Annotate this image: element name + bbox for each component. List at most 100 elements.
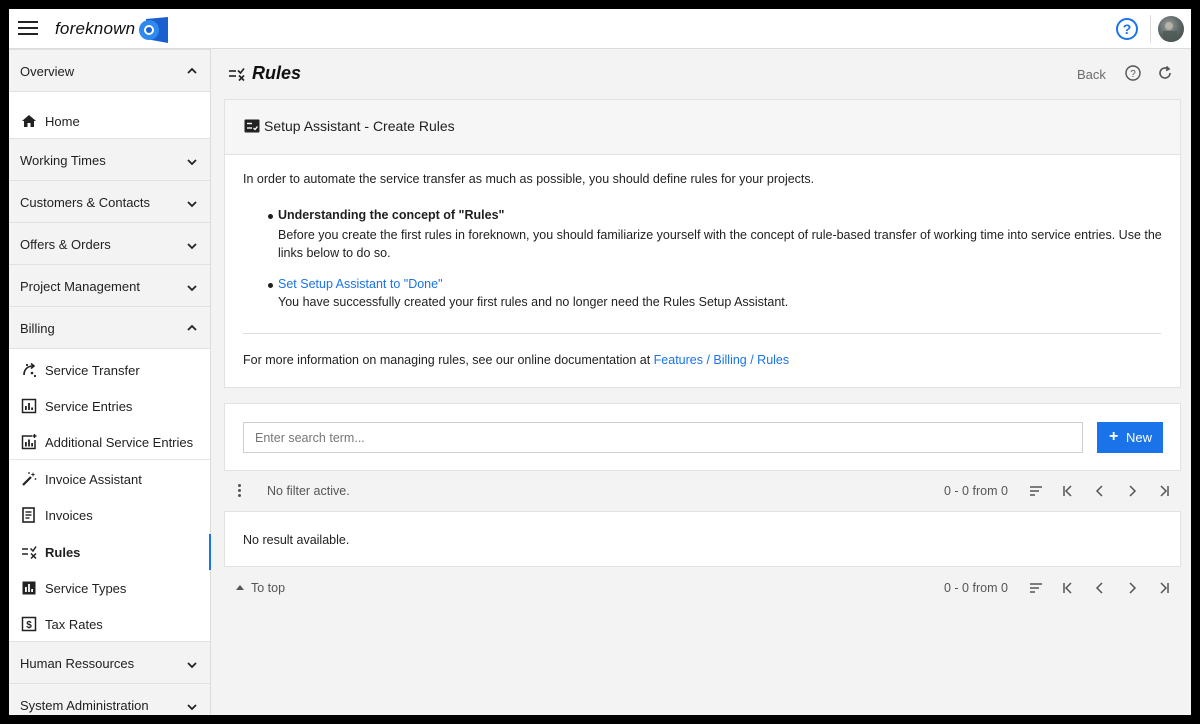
set-done-link[interactable]: Set Setup Assistant to "Done" [278, 277, 443, 291]
sidebar-section-label: Offers & Orders [20, 237, 111, 252]
sidebar-item-label: Additional Service Entries [45, 435, 194, 450]
sidebar-section-label: System Administration [20, 698, 149, 713]
previous-page-icon[interactable] [1092, 483, 1108, 499]
bullet-dot [268, 283, 273, 288]
brand-name[interactable]: foreknown [55, 19, 135, 39]
sidebar-section-system-administration[interactable]: System Administration [9, 683, 210, 715]
sidebar-item-service-types[interactable]: Service Types [9, 570, 210, 606]
sidebar-item-label: Home [45, 114, 80, 129]
more-info: For more information on managing rules, … [243, 353, 789, 367]
sidebar-section-project-management[interactable]: Project Management [9, 264, 210, 307]
to-top-label: To top [251, 581, 286, 595]
result-count: 0 - 0 from 0 [944, 581, 1008, 595]
transfer-icon [23, 362, 37, 378]
sidebar-item-service-transfer[interactable]: Service Transfer [9, 352, 210, 388]
more-vert-icon[interactable] [238, 483, 242, 499]
app-window: foreknown ? Overview Home Working Times [9, 9, 1191, 715]
last-page-icon[interactable] [1156, 483, 1172, 499]
topbar-divider [1150, 15, 1151, 43]
chevron-down-icon [187, 201, 197, 208]
sidebar-section-label: Overview [20, 64, 75, 79]
concept-text: Before you create the first rules in for… [278, 228, 1162, 260]
previous-page-icon[interactable] [1092, 580, 1108, 596]
sort-icon[interactable] [1028, 580, 1044, 596]
sidebar-item-service-entries[interactable]: Service Entries [9, 388, 210, 424]
intro-text: In order to automate the service transfe… [243, 172, 815, 186]
chevron-down-icon [187, 243, 197, 250]
help-icon[interactable]: ? [1115, 17, 1139, 41]
documentation-link[interactable]: Features / Billing / Rules [654, 353, 789, 367]
sidebar-item-additional-service-entries[interactable]: Additional Service Entries [9, 424, 210, 460]
sidebar-section-working-times[interactable]: Working Times [9, 138, 210, 181]
setup-assistant-card: Setup Assistant - Create Rules In order … [224, 99, 1181, 388]
sidebar-item-label: Rules [45, 545, 81, 560]
help-icon[interactable]: ? [1125, 65, 1141, 81]
sidebar-separator [9, 459, 210, 460]
new-button-label: New [1126, 430, 1153, 445]
sort-icon[interactable] [1028, 483, 1044, 499]
svg-text:$: $ [26, 620, 32, 631]
sidebar-item-tax-rates[interactable]: $ Tax Rates [9, 606, 210, 642]
sidebar-section-label: Working Times [20, 153, 106, 168]
refresh-icon[interactable] [1157, 65, 1173, 81]
svg-text:?: ? [1130, 69, 1136, 80]
sidebar-item-label: Service Entries [45, 399, 133, 414]
checklist-icon [244, 119, 260, 133]
user-avatar[interactable] [1158, 16, 1184, 42]
top-bar: foreknown ? [9, 9, 1191, 49]
sidebar-item-label: Invoice Assistant [45, 472, 142, 487]
results-card: No result available. [224, 511, 1181, 567]
concept-title: Understanding the concept of "Rules" [278, 208, 505, 222]
sidebar-item-label: Service Types [45, 581, 127, 596]
search-input[interactable] [243, 422, 1083, 453]
chevron-down-icon [187, 159, 197, 166]
sidebar-section-overview[interactable]: Overview [9, 49, 210, 92]
first-page-icon[interactable] [1060, 580, 1076, 596]
filter-pager-row: No filter active. 0 - 0 from 0 [224, 476, 1181, 506]
sidebar-section-customers[interactable]: Customers & Contacts [9, 180, 210, 223]
chevron-down-icon [187, 285, 197, 292]
chart-plus-icon [21, 434, 37, 450]
magic-wand-icon [22, 472, 37, 486]
chart-box-icon [21, 398, 37, 414]
filter-status: No filter active. [267, 484, 350, 498]
card-header: Setup Assistant - Create Rules [225, 100, 1180, 155]
new-button[interactable]: + New [1097, 422, 1163, 453]
sidebar-item-rules[interactable]: Rules [9, 534, 211, 570]
card-title: Setup Assistant - Create Rules [264, 118, 455, 134]
dollar-box-icon: $ [21, 616, 37, 632]
chevron-down-icon [187, 704, 197, 711]
sidebar-section-offers-orders[interactable]: Offers & Orders [9, 222, 210, 265]
empty-result-text: No result available. [243, 533, 350, 547]
result-count: 0 - 0 from 0 [944, 484, 1008, 498]
next-page-icon[interactable] [1124, 580, 1140, 596]
sidebar-item-label: Service Transfer [45, 363, 140, 378]
first-page-icon[interactable] [1060, 483, 1076, 499]
sidebar-item-invoices[interactable]: Invoices [9, 497, 210, 533]
sidebar: Overview Home Working Times Customers & … [9, 49, 211, 715]
chevron-down-icon [187, 662, 197, 669]
rules-icon [22, 546, 37, 560]
search-card: + New [224, 403, 1181, 471]
bottom-pager-row: To top 0 - 0 from 0 [224, 573, 1181, 603]
sidebar-section-label: Billing [20, 321, 55, 336]
sidebar-section-label: Customers & Contacts [20, 195, 151, 210]
sidebar-section-label: Human Ressources [20, 656, 135, 671]
sidebar-section-human-resources[interactable]: Human Ressources [9, 641, 210, 684]
sidebar-item-invoice-assistant[interactable]: Invoice Assistant [9, 461, 210, 497]
arrow-up-icon [236, 585, 244, 590]
back-button[interactable]: Back [1077, 67, 1106, 82]
sidebar-section-label: Project Management [20, 279, 140, 294]
svg-text:?: ? [1123, 21, 1132, 37]
sidebar-item-home[interactable]: Home [9, 103, 210, 139]
last-page-icon[interactable] [1156, 580, 1172, 596]
divider [243, 333, 1161, 334]
sidebar-item-label: Invoices [45, 508, 93, 523]
bar-chart-icon [22, 581, 36, 595]
more-info-text: For more information on managing rules, … [243, 353, 654, 367]
next-page-icon[interactable] [1124, 483, 1140, 499]
menu-icon[interactable] [18, 19, 38, 37]
sidebar-section-billing[interactable]: Billing [9, 306, 210, 349]
invoice-icon [22, 507, 35, 523]
chevron-up-icon [187, 324, 197, 331]
